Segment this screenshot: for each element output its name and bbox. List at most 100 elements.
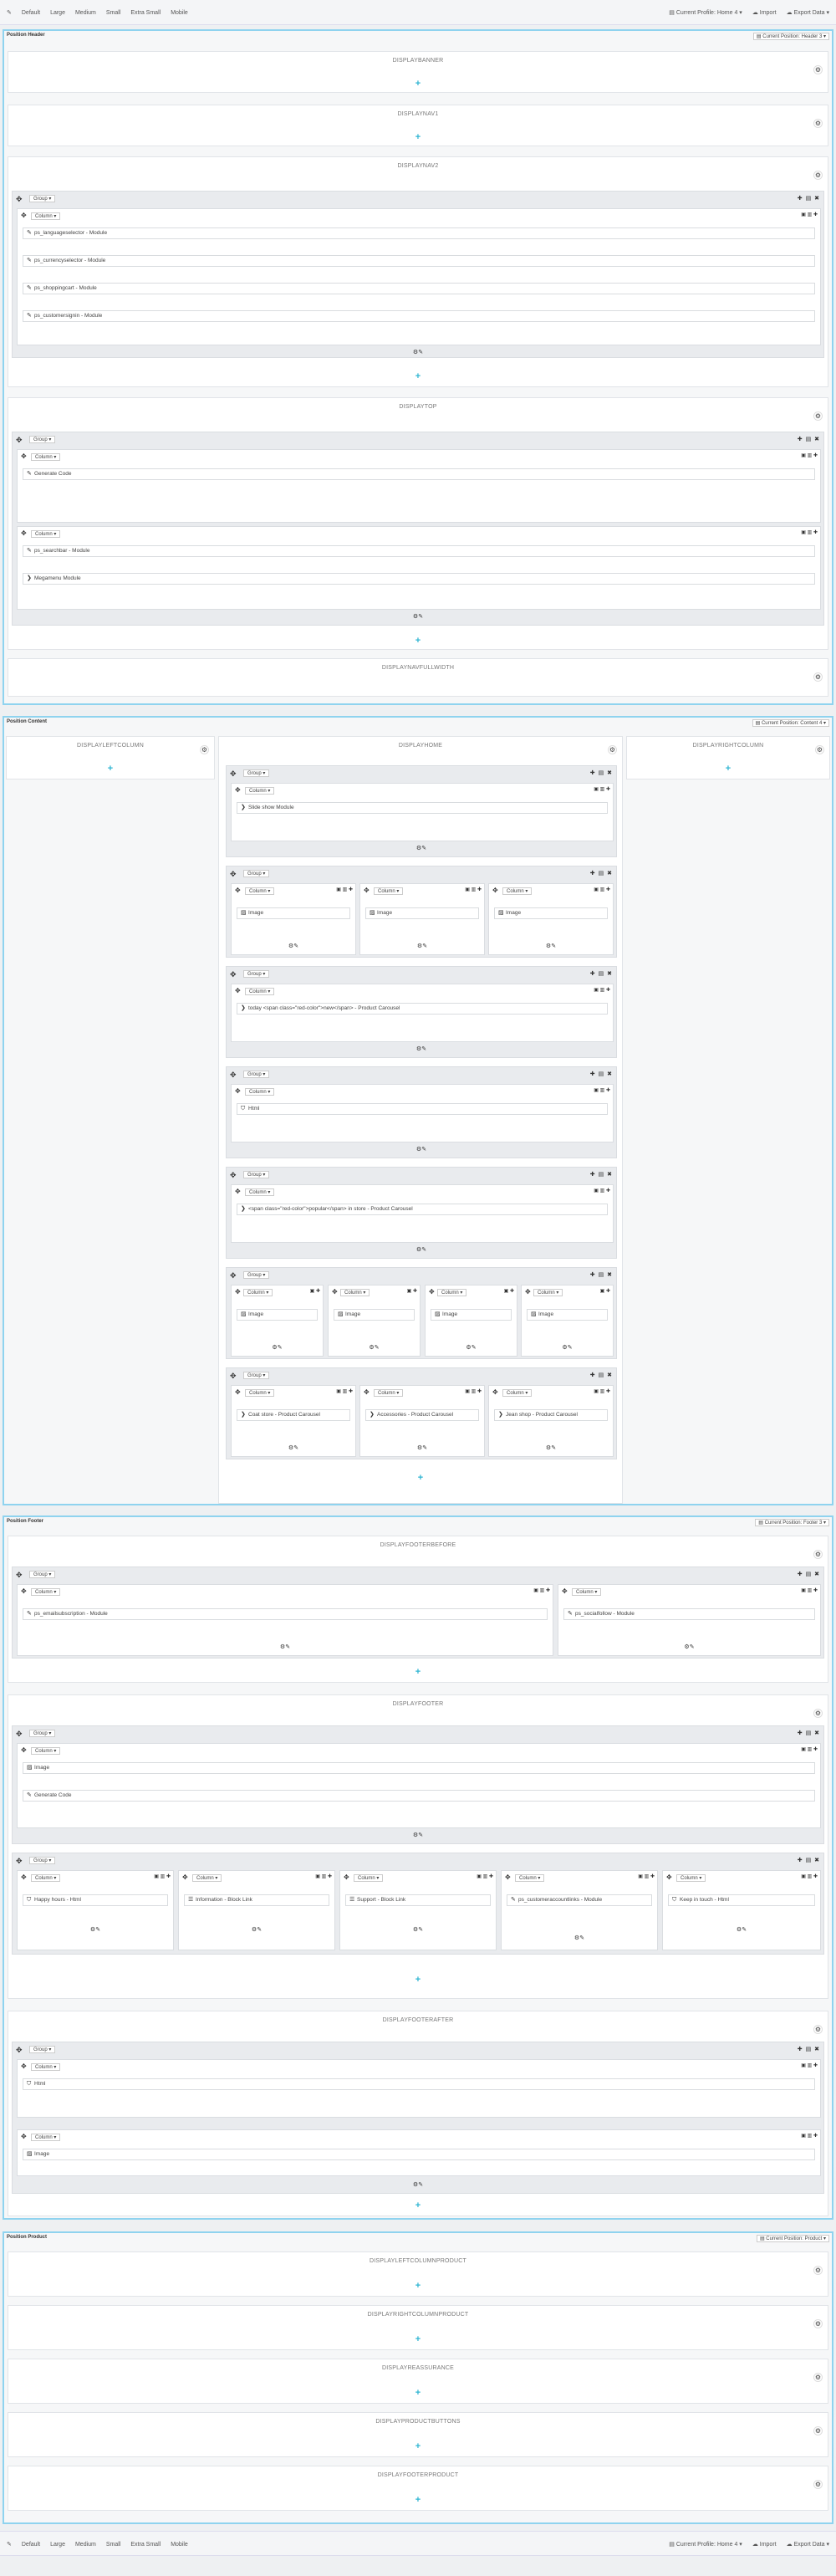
move-icon[interactable]: ✥ xyxy=(16,2046,23,2055)
position-select[interactable]: ▤ Current Position: Content 4 ▾ xyxy=(752,719,829,727)
gear-icon[interactable]: ⚙ xyxy=(813,2319,823,2328)
column-tools[interactable]: ▣ ▥ ✚ xyxy=(336,1388,353,1394)
move-icon[interactable]: ✥ xyxy=(16,195,23,204)
group-tools[interactable]: ✚ ▤ ✖ xyxy=(590,1271,613,1278)
device-mobile[interactable]: Mobile xyxy=(171,2542,188,2548)
group-footer-tools[interactable]: ⚙✎ xyxy=(13,613,823,620)
add-group-button[interactable]: + xyxy=(8,2441,828,2451)
position-select[interactable]: ▤ Current Position: Footer 3 ▾ xyxy=(755,1519,829,1526)
move-icon[interactable]: ✥ xyxy=(230,1071,237,1080)
column-tools[interactable]: ▣ ▥ ✚ xyxy=(477,1873,493,1879)
device-default[interactable]: Default xyxy=(22,10,40,16)
column-footer-tools[interactable]: ⚙✎ xyxy=(232,1344,323,1351)
column-tools[interactable]: ▣ ▥ ✚ xyxy=(336,887,353,892)
group-button[interactable]: Group ▾ xyxy=(243,1271,270,1279)
device-extra-small[interactable]: Extra Small xyxy=(130,10,161,16)
column-footer-tools[interactable]: ⚙✎ xyxy=(360,1444,484,1451)
group-tools[interactable]: ✚ ▤ ✖ xyxy=(590,1171,613,1178)
gear-icon[interactable]: ⚙ xyxy=(813,2426,823,2435)
device-mobile[interactable]: Mobile xyxy=(171,10,188,16)
move-icon[interactable]: ✥ xyxy=(364,1388,370,1396)
group-footer-tools[interactable]: ⚙✎ xyxy=(227,1146,616,1153)
group-button[interactable]: Group ▾ xyxy=(29,1571,56,1578)
column-button[interactable]: Column ▾ xyxy=(572,1588,602,1596)
column-tools[interactable]: ▣ ▥ ✚ xyxy=(154,1873,171,1879)
column-tools[interactable]: ▣ ▥ ✚ xyxy=(801,1873,818,1879)
column-tools[interactable]: ▣ ▥ ✚ xyxy=(801,2062,818,2068)
column-button[interactable]: Column ▾ xyxy=(245,988,275,995)
widget[interactable]: ⛉ Html xyxy=(23,2078,815,2090)
add-group-button[interactable]: + xyxy=(8,2495,828,2505)
move-icon[interactable]: ✥ xyxy=(429,1288,435,1296)
column-footer-tools[interactable]: ⚙✎ xyxy=(489,1444,613,1451)
add-group-button[interactable]: + xyxy=(8,2388,828,2398)
column-button[interactable]: Column ▾ xyxy=(502,887,533,895)
widget[interactable]: ▨ Image xyxy=(494,907,608,919)
group-tools[interactable]: ✚ ▤ ✖ xyxy=(590,1071,613,1077)
move-icon[interactable]: ✥ xyxy=(21,1587,27,1595)
column-tools[interactable]: ▣ ✚ xyxy=(407,1288,417,1294)
widget[interactable]: ❯ <span class="red-color">popular</span> … xyxy=(237,1204,608,1215)
column-button[interactable]: Column ▾ xyxy=(340,1289,370,1296)
column-button[interactable]: Column ▾ xyxy=(31,212,61,220)
move-icon[interactable]: ✥ xyxy=(235,786,241,794)
column-tools[interactable]: ▣ ▥ ✚ xyxy=(594,1087,610,1093)
move-icon[interactable]: ✥ xyxy=(235,1188,241,1195)
widget[interactable]: ✎ ps_socialfollow - Module xyxy=(563,1608,815,1620)
column-footer-tools[interactable]: ⚙✎ xyxy=(179,1926,334,1933)
current-profile-dropdown[interactable]: ▤ Current Profile: Home 4 ▾ xyxy=(669,2541,742,2548)
column-tools[interactable]: ▣ ✚ xyxy=(600,1288,610,1294)
gear-icon[interactable]: ⚙ xyxy=(813,2266,823,2275)
gear-icon[interactable]: ⚙ xyxy=(813,1709,823,1718)
column-button[interactable]: Column ▾ xyxy=(31,2063,61,2071)
widget[interactable]: ⛉ Html xyxy=(237,1103,608,1115)
column-tools[interactable]: ▣ ▥ ✚ xyxy=(801,2133,818,2139)
move-icon[interactable]: ✥ xyxy=(16,1730,23,1739)
current-profile-dropdown[interactable]: ▤ Current Profile: Home 4 ▾ xyxy=(669,9,742,16)
column-button[interactable]: Column ▾ xyxy=(192,1874,222,1882)
column-tools[interactable]: ▣ ▥ ✚ xyxy=(465,1388,482,1394)
device-medium[interactable]: Medium xyxy=(75,10,96,16)
column-button[interactable]: Column ▾ xyxy=(676,1874,706,1882)
move-icon[interactable]: ✥ xyxy=(344,1873,349,1881)
column-button[interactable]: Column ▾ xyxy=(243,1289,273,1296)
widget[interactable]: ✎ ps_customersignin - Module xyxy=(23,310,815,322)
group-tools[interactable]: ✚ ▤ ✖ xyxy=(798,1730,820,1736)
column-button[interactable]: Column ▾ xyxy=(31,1874,61,1882)
column-tools[interactable]: ▣ ▥ ✚ xyxy=(801,1587,818,1593)
column-footer-tools[interactable]: ⚙✎ xyxy=(426,1344,517,1351)
move-icon[interactable]: ✥ xyxy=(230,1372,237,1381)
group-footer-tools[interactable]: ⚙✎ xyxy=(227,1246,616,1253)
widget[interactable]: ⛉ Happy hours - Html xyxy=(23,1894,168,1906)
device-large[interactable]: Large xyxy=(50,10,65,16)
column-footer-tools[interactable]: ⚙✎ xyxy=(232,943,355,949)
column-tools[interactable]: ▣ ▥ ✚ xyxy=(594,987,610,993)
gear-icon[interactable]: ⚙ xyxy=(200,745,209,754)
widget[interactable]: ☰ Information - Block Link xyxy=(184,1894,329,1906)
column-tools[interactable]: ▣ ▥ ✚ xyxy=(594,887,610,892)
add-group-button[interactable]: + xyxy=(219,1473,622,1483)
column-button[interactable]: Column ▾ xyxy=(374,887,404,895)
add-group-button[interactable]: + xyxy=(8,1975,828,1985)
gear-icon[interactable]: ⚙ xyxy=(813,672,823,682)
column-footer-tools[interactable]: ⚙✎ xyxy=(360,943,484,949)
group-tools[interactable]: ✚ ▤ ✖ xyxy=(590,1372,613,1378)
move-icon[interactable]: ✥ xyxy=(235,987,241,994)
move-icon[interactable]: ✥ xyxy=(235,1388,241,1396)
column-button[interactable]: Column ▾ xyxy=(515,1874,545,1882)
widget[interactable]: ▨ Image xyxy=(23,2149,815,2160)
column-button[interactable]: Column ▾ xyxy=(245,887,275,895)
device-large[interactable]: Large xyxy=(50,2542,65,2548)
move-icon[interactable]: ✥ xyxy=(235,887,241,894)
add-group-button[interactable]: + xyxy=(8,1667,828,1677)
column-footer-tools[interactable]: ⚙✎ xyxy=(232,1444,355,1451)
move-icon[interactable]: ✥ xyxy=(16,1857,23,1866)
gear-icon[interactable]: ⚙ xyxy=(813,2480,823,2489)
add-group-button[interactable]: + xyxy=(7,764,214,774)
widget[interactable]: ▨ Image xyxy=(237,907,350,919)
group-tools[interactable]: ✚ ▤ ✖ xyxy=(798,436,820,442)
group-footer-tools[interactable]: ⚙✎ xyxy=(227,845,616,851)
gear-icon[interactable]: ⚙ xyxy=(813,1550,823,1559)
gear-icon[interactable]: ⚙ xyxy=(813,65,823,74)
column-button[interactable]: Column ▾ xyxy=(374,1389,404,1397)
